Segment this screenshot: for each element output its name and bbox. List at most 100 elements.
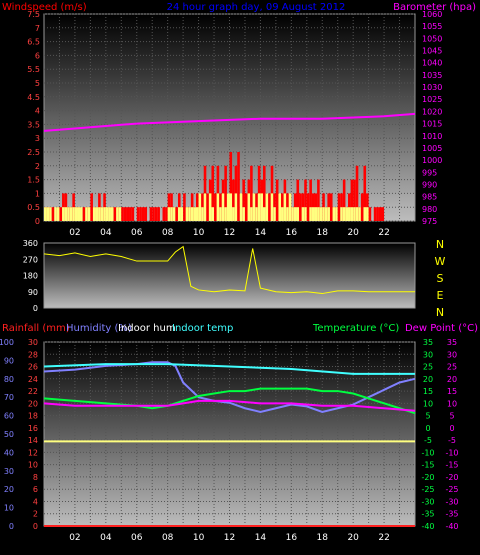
average-wind-bar: [366, 207, 369, 221]
gust-bar: [275, 179, 279, 221]
average-wind-bar: [185, 207, 189, 221]
gust-bar: [131, 207, 135, 221]
rain-y-tick-label: 18: [28, 412, 38, 421]
average-wind-bar: [85, 207, 88, 221]
average-wind-bar: [273, 207, 276, 221]
average-wind-bar: [188, 207, 191, 221]
gust-bar: [141, 207, 145, 221]
average-wind-bar: [226, 193, 230, 221]
direction-panel: [43, 242, 416, 309]
dewpoint-y-tick-label: 20: [447, 375, 457, 384]
average-wind-bar: [198, 193, 202, 221]
average-wind-bar: [193, 207, 197, 221]
direction-y-tick-label: 180: [23, 272, 38, 281]
barometer-y-tick-label: 1025: [422, 95, 442, 104]
gust-bar: [244, 193, 248, 221]
average-wind-bar: [283, 193, 287, 221]
temperature-y-tick-label: 5: [425, 412, 430, 421]
average-wind-bar: [322, 207, 325, 221]
gust-bar: [59, 207, 63, 221]
humidity-y-tick-label: 0: [9, 522, 14, 531]
rain-y-tick-label: 12: [28, 448, 38, 457]
windspeed-y-tick-label: 0.5: [27, 203, 40, 212]
temperature-y-tick-label: -15: [421, 461, 434, 470]
direction-y-tick-label: 0: [33, 304, 38, 313]
barometer-y-tick-label: 990: [422, 180, 437, 189]
windspeed-y-tick-label: 3: [35, 134, 40, 143]
temp-x-tick-label: 16: [286, 533, 298, 543]
humidity-y-tick-label: 10: [4, 504, 14, 513]
average-wind-bar: [116, 207, 119, 221]
wind-x-tick-label: 14: [255, 228, 267, 238]
windspeed-y-tick-label: 4.5: [27, 93, 40, 102]
average-wind-bar: [105, 207, 109, 221]
average-wind-bar: [342, 207, 346, 221]
legend-rainfall: Rainfall (mm): [2, 323, 70, 334]
average-wind-bar: [234, 193, 238, 221]
average-wind-bar: [221, 193, 225, 221]
average-wind-bar: [180, 207, 184, 221]
gust-bar: [149, 207, 153, 221]
dewpoint-y-tick-label: -20: [445, 473, 458, 482]
average-wind-bar: [232, 207, 235, 221]
gust-bar: [129, 207, 132, 221]
wind-x-tick-label: 04: [100, 228, 112, 238]
average-wind-bar: [49, 207, 52, 221]
temperature-y-tick-label: 0: [425, 424, 430, 433]
temp-x-tick-label: 14: [255, 533, 267, 543]
rain-y-tick-label: 30: [28, 338, 38, 347]
barometer-y-tick-label: 1005: [422, 144, 442, 153]
dewpoint-y-tick-label: -15: [445, 461, 458, 470]
dewpoint-y-tick-label: 0: [449, 424, 454, 433]
compass-label-n-top: N: [436, 238, 444, 251]
dewpoint-y-tick-label: 10: [447, 399, 457, 408]
gust-bar: [154, 207, 158, 221]
gust-bar: [126, 207, 130, 221]
barometer-y-tick-label: 985: [422, 193, 437, 202]
average-wind-bar: [257, 193, 261, 221]
dewpoint-y-tick-label: -30: [445, 497, 458, 506]
gust-bar: [136, 207, 140, 221]
average-wind-bar: [69, 207, 73, 221]
dewpoint-y-tick-label: -10: [445, 448, 458, 457]
gust-bar: [368, 207, 372, 221]
dewpoint-y-tick-label: -5: [448, 436, 456, 445]
gust-bar: [381, 207, 385, 221]
dewpoint-y-tick-label: 5: [449, 412, 454, 421]
gust-bar: [165, 207, 168, 221]
humidity-y-tick-label: 70: [4, 393, 14, 402]
gust-bar: [373, 207, 377, 221]
gust-bar: [337, 193, 341, 221]
rain-y-tick-label: 6: [33, 485, 38, 494]
humidity-y-tick-label: 20: [4, 485, 14, 494]
gust-bar: [123, 207, 127, 221]
wind-x-tick-label: 12: [224, 228, 235, 238]
wind-x-tick-label: 08: [162, 228, 174, 238]
direction-y-tick-label: 270: [23, 255, 38, 264]
gust-bar: [157, 207, 160, 221]
average-wind-bar: [317, 207, 320, 221]
average-wind-bar: [345, 207, 349, 221]
rain-y-tick-label: 22: [28, 387, 38, 396]
average-wind-bar: [265, 193, 269, 221]
average-wind-bar: [355, 207, 359, 221]
average-wind-bar: [208, 193, 212, 221]
average-wind-bar: [301, 207, 305, 221]
temperature-y-tick-label: -35: [421, 510, 434, 519]
direction-y-tick-label: 360: [23, 239, 38, 248]
compass-label-s: S: [437, 272, 444, 285]
average-wind-bar: [224, 207, 227, 221]
windspeed-axis-label: Windspeed (m/s): [2, 2, 87, 13]
windspeed-y-tick-label: 7: [35, 24, 40, 33]
windspeed-y-tick-label: 5: [35, 79, 40, 88]
rain-y-tick-label: 8: [33, 473, 38, 482]
average-wind-bar: [54, 207, 57, 221]
gust-bar: [82, 207, 86, 221]
temperature-y-tick-label: -40: [421, 522, 434, 531]
average-wind-bar: [281, 207, 284, 221]
average-wind-bar: [311, 207, 315, 221]
dewpoint-y-tick-label: 35: [447, 338, 457, 347]
gust-bar: [329, 193, 333, 221]
weather-graph: 24 hour graph day, 09 August 2012 Windsp…: [0, 2, 478, 543]
windspeed-y-tick-label: 1: [35, 189, 40, 198]
